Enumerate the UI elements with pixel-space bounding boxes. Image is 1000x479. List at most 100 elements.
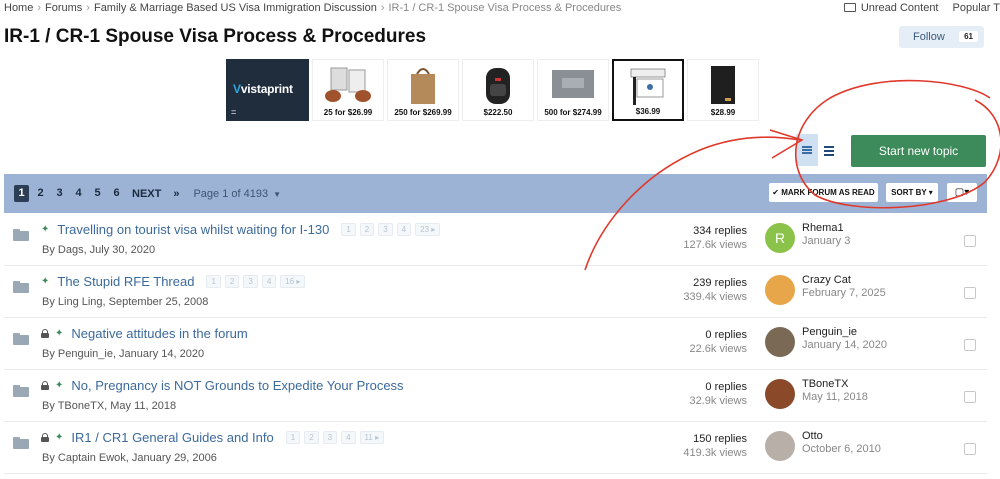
- topic-page-link[interactable]: 1: [206, 275, 221, 288]
- last-post-date[interactable]: February 7, 2025: [802, 287, 886, 299]
- ad-item[interactable]: $28.99: [687, 59, 759, 121]
- breadcrumb-forums[interactable]: Forums: [45, 2, 82, 14]
- bag-image: [411, 68, 435, 104]
- page-link[interactable]: 2: [33, 185, 48, 202]
- page-link[interactable]: 6: [109, 185, 124, 202]
- topic-pages: 1 2 3 4 23 ▸: [341, 223, 441, 236]
- ad-item[interactable]: 500 for $274.99: [537, 59, 609, 121]
- popular-link[interactable]: Popular T: [953, 2, 1000, 14]
- topic-checkbox[interactable]: [964, 339, 976, 351]
- chevron-right-icon: ›: [86, 2, 90, 14]
- topic-checkbox[interactable]: [964, 391, 976, 403]
- topic-page-link[interactable]: 3: [322, 431, 338, 444]
- flyer-image: [325, 67, 371, 102]
- topic-page-link[interactable]: 1: [341, 223, 356, 236]
- topic-page-link[interactable]: 11 ▸: [359, 431, 385, 444]
- last-poster[interactable]: Penguin_ie: [802, 326, 857, 338]
- ad-item-selected[interactable]: $36.99: [612, 59, 684, 121]
- topic-title[interactable]: IR1 / CR1 General Guides and Info: [71, 430, 273, 445]
- ad-item[interactable]: $222.50: [462, 59, 534, 121]
- topic-page-link[interactable]: 3: [243, 275, 258, 288]
- topic-page-link[interactable]: 2: [304, 431, 319, 444]
- mark-forum-read-button[interactable]: ✔ MARK FORUM AS READ: [769, 183, 878, 202]
- topic-page-link[interactable]: 2: [224, 275, 240, 288]
- pin-icon: ✦: [55, 432, 64, 443]
- topic-page-link[interactable]: 1: [285, 431, 301, 444]
- avatar-letter: R: [774, 230, 786, 246]
- last-post-date[interactable]: May 11, 2018: [802, 391, 868, 403]
- last-poster[interactable]: TBoneTX: [802, 378, 848, 390]
- page-link[interactable]: 3: [52, 185, 67, 202]
- topic-author: By Penguin_ie, January 14, 2020: [42, 348, 205, 360]
- breadcrumb-section[interactable]: Family & Marriage Based US Visa Immigrat…: [94, 2, 377, 14]
- page-link-current[interactable]: 1: [14, 185, 29, 202]
- page-jump-label: Page 1 of 4193: [193, 187, 269, 200]
- avatar[interactable]: [765, 379, 795, 409]
- table-row[interactable]: ✦ The Stupid RFE Thread 1 2 3 4 16 ▸ By Ling Li…: [4, 266, 987, 318]
- start-new-topic-button[interactable]: Start new topic: [851, 135, 986, 167]
- breadcrumb-home[interactable]: Home: [4, 2, 33, 14]
- grid-view-button[interactable]: [818, 134, 840, 166]
- table-view-button[interactable]: [796, 134, 818, 166]
- chevron-right-icon: ›: [380, 2, 385, 14]
- topic-list: ✦ Travelling on tourist visa whilst waiti…: [4, 214, 987, 474]
- breadcrumb: Home › Forums › Family & Marriage Based US V…: [4, 2, 621, 14]
- topic-page-link[interactable]: 2: [359, 223, 375, 236]
- topic-page-link[interactable]: 16 ▸: [280, 275, 306, 288]
- unread-content-link[interactable]: Unread Content: [843, 2, 939, 14]
- table-row[interactable]: ✦ No, Pregnancy is NOT Grounds to Expedit…: [4, 370, 987, 422]
- avatar[interactable]: [765, 275, 795, 305]
- topic-page-link[interactable]: 23 ▸: [415, 223, 441, 236]
- table-row[interactable]: ✦ IR1 / CR1 General Guides and Info 1 2 3 4 11…: [4, 422, 987, 474]
- topic-checkbox[interactable]: [964, 235, 976, 247]
- next-page-link[interactable]: NEXT: [132, 188, 161, 200]
- breadcrumb-current: IR-1 / CR-1 Spouse Visa Process & Proced…: [388, 2, 622, 14]
- topic-title-line: ✦ Travelling on tourist visa whilst waiti…: [41, 222, 441, 237]
- page-link[interactable]: 5: [90, 185, 105, 202]
- select-all-dropdown[interactable]: ▢▾: [947, 183, 977, 202]
- last-page-link[interactable]: »: [173, 188, 179, 200]
- topic-list-toolbar: 1 2 3 4 5 6 NEXT » Page 1 of 4193 ▼ ✔ MAR…: [4, 174, 987, 213]
- avatar[interactable]: [765, 327, 795, 357]
- pagination: 1 2 3 4 5 6 NEXT » Page 1 of 4193 ▼: [14, 185, 281, 202]
- last-post-date[interactable]: January 14, 2020: [802, 339, 887, 351]
- topic-page-link[interactable]: 4: [261, 275, 277, 288]
- table-row[interactable]: ✦ Travelling on tourist visa whilst waiti…: [4, 214, 987, 266]
- topic-title[interactable]: The Stupid RFE Thread: [57, 274, 194, 289]
- last-post-date[interactable]: January 3: [802, 235, 850, 247]
- follow-button[interactable]: Follow 61: [899, 26, 984, 48]
- list-icon: [824, 145, 834, 156]
- page-link[interactable]: 4: [71, 185, 86, 202]
- topic-page-link[interactable]: 3: [378, 223, 393, 236]
- notebook-image: [711, 66, 735, 104]
- avatar[interactable]: [765, 431, 795, 461]
- topic-stats: 0 replies 32.9k views: [690, 381, 747, 407]
- topic-stats: 334 replies 127.6k views: [683, 225, 747, 251]
- reply-count: 0 replies: [705, 329, 747, 341]
- ad-item[interactable]: 250 for $269.99: [387, 59, 459, 121]
- last-poster[interactable]: Crazy Cat: [802, 274, 851, 286]
- topic-title[interactable]: Negative attitudes in the forum: [71, 326, 247, 341]
- ad-vistaprint[interactable]: Vvistaprint =: [226, 59, 309, 121]
- last-poster[interactable]: Rhema1: [802, 222, 844, 234]
- avatar[interactable]: R: [765, 223, 795, 253]
- inbox-icon: [843, 3, 856, 12]
- last-poster[interactable]: Otto: [802, 430, 823, 442]
- rows-icon: [802, 146, 812, 154]
- top-nav: Unread Content Popular T: [843, 2, 1000, 14]
- topic-page-link[interactable]: 4: [396, 223, 412, 236]
- folder-icon: [13, 229, 29, 241]
- table-row[interactable]: ✦ Negative attitudes in the forum By Pengu…: [4, 318, 987, 370]
- topic-checkbox[interactable]: [964, 287, 976, 299]
- topic-title[interactable]: No, Pregnancy is NOT Grounds to Expedite…: [71, 378, 403, 393]
- ad-strip: Vvistaprint = 25 for $26.99 250 for $269…: [226, 59, 759, 121]
- sort-by-button[interactable]: SORT BY ▾: [886, 183, 938, 202]
- page-jump-dropdown[interactable]: Page 1 of 4193 ▼: [193, 188, 281, 200]
- view-count: 22.6k views: [689, 343, 747, 355]
- topic-page-link[interactable]: 4: [341, 431, 356, 444]
- topic-title[interactable]: Travelling on tourist visa whilst waitin…: [57, 222, 329, 237]
- reply-count: 239 replies: [693, 277, 747, 289]
- last-post-date[interactable]: October 6, 2010: [802, 443, 881, 455]
- topic-checkbox[interactable]: [964, 443, 976, 455]
- ad-item[interactable]: 25 for $26.99: [312, 59, 384, 121]
